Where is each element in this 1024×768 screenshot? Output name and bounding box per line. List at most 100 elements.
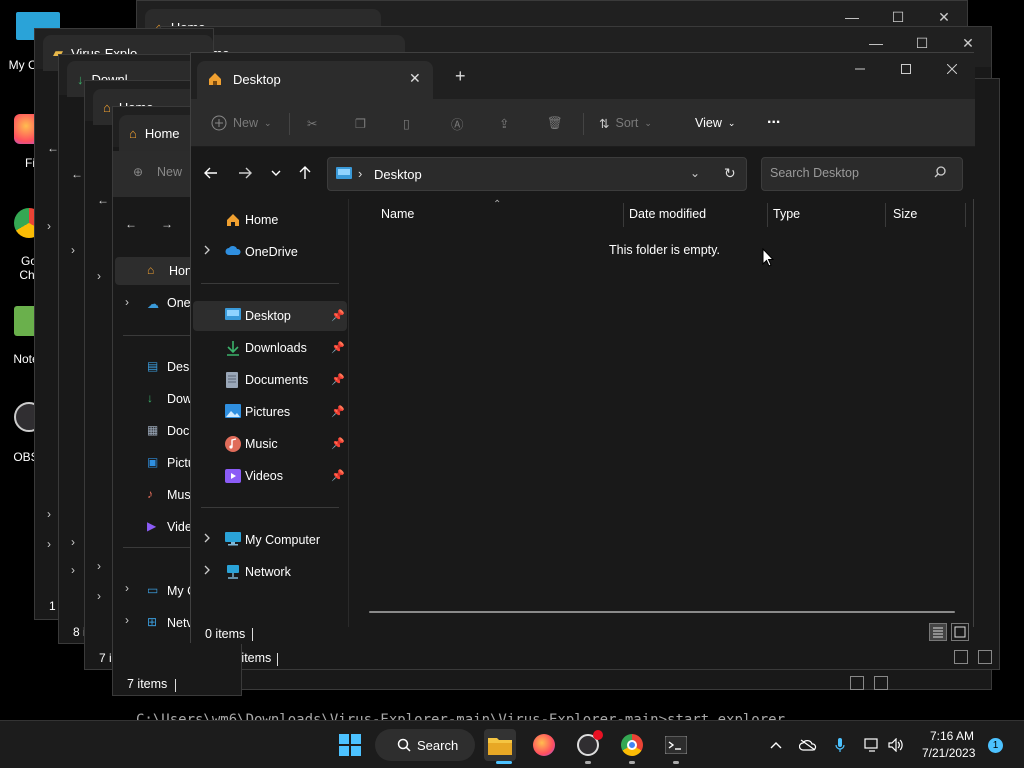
sidebar-item-my-computer[interactable]: My Computer <box>193 525 347 555</box>
chevron-right-icon[interactable] <box>203 565 211 578</box>
back-button[interactable] <box>199 161 223 185</box>
details-view-icon[interactable] <box>850 676 864 690</box>
cut-button[interactable]: ✂ <box>307 111 317 135</box>
sidebar-item-label[interactable]: Netv <box>167 616 193 630</box>
chevron-right-icon[interactable]: › <box>97 589 101 603</box>
search-box[interactable] <box>761 157 963 191</box>
chevron-right-icon[interactable]: › <box>97 269 101 283</box>
column-separator[interactable] <box>885 203 886 227</box>
sidebar-item-label[interactable]: One <box>167 296 191 310</box>
chevron-right-icon[interactable]: › <box>47 537 51 551</box>
close-button[interactable] <box>929 53 975 85</box>
pin-icon[interactable]: 📌 <box>331 437 345 450</box>
sidebar-item-documents[interactable]: Documents 📌 <box>193 365 347 395</box>
sidebar-item-onedrive[interactable]: OneDrive <box>193 237 347 267</box>
taskbar-search-button[interactable]: Search <box>375 729 475 761</box>
back-arrow-icon[interactable]: ← <box>97 193 109 207</box>
back-arrow-icon[interactable]: ← <box>71 167 83 181</box>
chevron-right-icon[interactable]: › <box>71 243 75 257</box>
sidebar-item-music[interactable]: Music 📌 <box>193 429 347 459</box>
new-tab-button[interactable]: + <box>455 67 466 85</box>
tiles-view-icon[interactable] <box>978 650 992 664</box>
up-button[interactable] <box>293 161 317 185</box>
sidebar-item-home[interactable]: Home <box>193 205 347 235</box>
file-explorer-window[interactable]: Desktop ✕ + New ⌄ ✂ ❐ ▯ Ⓐ ⇪ 🗑 ⇅ Sort ⌄ V… <box>190 52 975 644</box>
sidebar-item-network[interactable]: Network <box>193 557 347 587</box>
sidebar-item-downloads[interactable]: Downloads 📌 <box>193 333 347 363</box>
file-list[interactable]: Name ⌃ Date modified Type Size This fold… <box>351 199 973 627</box>
forward-button[interactable] <box>233 161 257 185</box>
taskbar-terminal[interactable] <box>660 729 692 761</box>
sidebar-item-label[interactable]: Dow <box>167 392 192 406</box>
sidebar-item-desktop[interactable]: Desktop 📌 <box>193 301 347 331</box>
clock-date[interactable]: 7/21/2023 <box>922 746 975 760</box>
column-separator[interactable] <box>965 203 966 227</box>
network-tray-icon[interactable] <box>862 735 882 755</box>
chevron-right-icon[interactable]: › <box>71 563 75 577</box>
column-header-date-modified[interactable]: Date modified <box>629 207 706 221</box>
pin-icon[interactable]: 📌 <box>331 309 345 322</box>
sidebar-item-videos[interactable]: Videos 📌 <box>193 461 347 491</box>
close-tab-icon[interactable]: ✕ <box>409 70 421 87</box>
taskbar-chrome[interactable] <box>616 729 648 761</box>
pin-icon[interactable]: 📌 <box>331 341 345 354</box>
tiles-view-button[interactable] <box>951 623 969 641</box>
details-view-icon[interactable] <box>954 650 968 664</box>
column-separator[interactable] <box>767 203 768 227</box>
taskbar-file-explorer[interactable] <box>484 729 516 761</box>
paste-button[interactable]: ▯ <box>403 111 410 135</box>
chevron-right-icon[interactable]: › <box>125 295 129 309</box>
onedrive-tray-icon[interactable] <box>798 735 818 755</box>
back-arrow-icon[interactable]: ← <box>125 217 137 231</box>
address-path[interactable]: Desktop <box>374 167 422 182</box>
chevron-right-icon[interactable]: › <box>125 613 129 627</box>
show-hidden-icons-button[interactable] <box>766 735 786 755</box>
search-icon[interactable] <box>934 166 946 181</box>
column-header-type[interactable]: Type <box>773 207 800 221</box>
pin-icon[interactable]: 📌 <box>331 405 345 418</box>
minimize-button[interactable] <box>837 53 883 85</box>
address-dropdown-icon[interactable]: ⌄ <box>690 166 700 180</box>
horizontal-scrollbar[interactable] <box>369 611 955 613</box>
start-button[interactable] <box>334 729 366 761</box>
chevron-right-icon[interactable] <box>203 245 211 258</box>
column-separator[interactable] <box>623 203 624 227</box>
tab-desktop[interactable]: Desktop ✕ <box>197 61 433 99</box>
copy-button[interactable]: ❐ <box>355 111 366 135</box>
chevron-right-icon[interactable]: › <box>47 219 51 233</box>
details-view-button[interactable] <box>929 623 947 641</box>
view-button[interactable]: View ⌄ <box>695 111 735 135</box>
column-header-size[interactable]: Size <box>893 207 917 221</box>
new-button[interactable]: New ⌄ <box>211 111 272 135</box>
sidebar-item-label[interactable]: Mus <box>167 488 191 502</box>
sort-button[interactable]: ⇅ Sort ⌄ <box>599 111 652 135</box>
volume-icon[interactable] <box>886 735 906 755</box>
new-button[interactable]: New <box>157 165 182 179</box>
column-header-name[interactable]: Name <box>381 207 414 221</box>
rename-button[interactable]: Ⓐ <box>451 111 464 135</box>
more-options-button[interactable]: ... <box>767 107 780 131</box>
chevron-right-icon[interactable]: › <box>97 559 101 573</box>
sidebar-item-label[interactable]: Vide <box>167 520 192 534</box>
maximize-button[interactable] <box>883 53 929 85</box>
forward-arrow-icon[interactable]: → <box>161 217 173 231</box>
taskbar-obs[interactable] <box>572 729 604 761</box>
delete-button[interactable]: 🗑 <box>547 111 563 135</box>
pin-icon[interactable]: 📌 <box>331 469 345 482</box>
share-button[interactable]: ⇪ <box>499 111 509 135</box>
search-input[interactable] <box>770 166 930 180</box>
tiles-view-icon[interactable] <box>874 676 888 690</box>
chevron-right-icon[interactable] <box>203 533 211 546</box>
refresh-icon[interactable]: ↻ <box>724 165 736 182</box>
microphone-icon[interactable] <box>830 735 850 755</box>
chevron-right-icon[interactable]: › <box>47 507 51 521</box>
sidebar-item-pictures[interactable]: Pictures 📌 <box>193 397 347 427</box>
taskbar-firefox[interactable] <box>528 729 560 761</box>
chevron-right-icon[interactable]: › <box>358 166 362 181</box>
recent-locations-button[interactable] <box>264 161 288 185</box>
chevron-right-icon[interactable]: › <box>125 581 129 595</box>
clock-time[interactable]: 7:16 AM <box>930 729 974 743</box>
address-bar[interactable]: › Desktop ⌄ ↻ <box>327 157 747 191</box>
pin-icon[interactable]: 📌 <box>331 373 345 386</box>
chevron-right-icon[interactable]: › <box>71 535 75 549</box>
